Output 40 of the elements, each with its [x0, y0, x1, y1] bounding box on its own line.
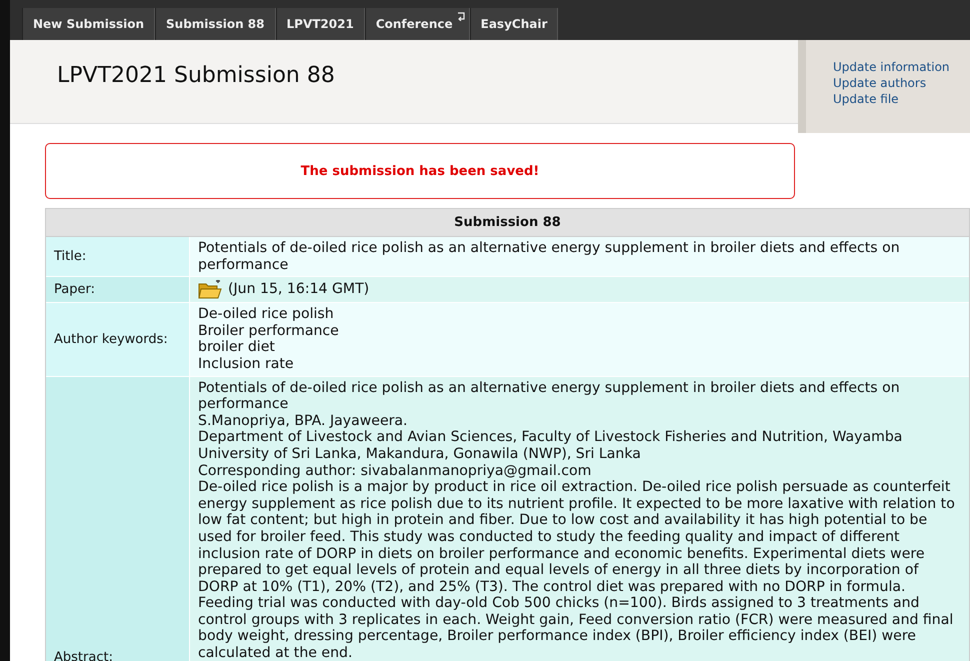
text-line: Potentials of de-oiled rice polish as an alternative energy supplement in broiler diets and effects on	[198, 240, 900, 257]
text-line: Potentials of de-oiled rice polish as an alternative energy supplement in broiler diets and effects on	[198, 380, 900, 396]
field-label: Author keywords:	[54, 332, 168, 347]
folder-icon[interactable]	[198, 280, 222, 300]
text-line: low fat content; but high in protein and fiber. Due to low cost and availability it has high potential to be	[198, 512, 928, 529]
text-line: inclusion rate of DORP in diets on broiler performance and economic benefits. Experimental diets were	[198, 546, 925, 562]
text-line: performance	[198, 256, 288, 274]
text-line: broiler diet	[198, 339, 275, 356]
field-label: Paper:	[54, 282, 95, 298]
text-line: Inclusion rate	[198, 356, 294, 373]
side-link[interactable]: Update file	[833, 92, 970, 106]
field-label: Title:	[54, 249, 86, 264]
text-line: used for broiler feed. This study was conducted to study the feeding quality and impact of different	[198, 528, 900, 546]
nav-tab[interactable]: LPVT2021	[276, 8, 365, 40]
text-line: performance	[198, 396, 288, 413]
text-line: De-oiled rice polish	[198, 306, 334, 323]
nav-tab[interactable]: Submission 88	[155, 8, 276, 40]
page-title: LPVT2021 Submission 88	[57, 62, 335, 88]
text-line: energy supplement as rice polish due to its nutrient profile. It expected to be more laxative with relation to	[198, 496, 955, 512]
text-line: body weight, dressing percentage, Broiler performance index (BPI), Broiler efficiency index (BEI) were	[198, 628, 916, 646]
text-line: prepared to get equal levels of protein and equal levels of energy in all three diets by incorporation of	[198, 562, 918, 579]
text-line: Corresponding author: sivabalanmanopriya@gmail.com	[198, 462, 592, 480]
text-line: Broiler performance	[198, 322, 339, 340]
text-line: DORP at 10% (T1), 20% (T2), and 25% (T3). The control diet was prepared with no DORP in formula.	[198, 578, 906, 596]
table-title: Submission 88	[454, 215, 561, 230]
text-line: control groups with 3 replicates in each. Weight gain, Feed conversion ratio (FCR) were measured and final	[198, 612, 954, 628]
field-label: Abstract:	[54, 650, 113, 661]
text-line: S.Manopriya, BPA. Jayaweera.	[198, 412, 408, 430]
upload-time: (Jun 15, 16:14 GMT)	[228, 281, 370, 298]
success-message: The submission has been saved!	[300, 164, 540, 178]
text-line: De-oiled rice polish is a major by product in rice oil extraction. De-oiled rice polish persuade as counterfeit	[198, 479, 950, 496]
text-line: Feeding trial was conducted with day-old Cob 500 chicks (n=100). Birds assigned to 3 treatments and	[198, 595, 920, 612]
side-link[interactable]: Update authors	[833, 76, 970, 90]
text-line: Department of Livestock and Avian Sciences, Faculty of Livestock Fisheries and Nutrition, Wayamba	[198, 429, 902, 446]
side-link[interactable]: Update information	[833, 60, 970, 74]
nav-tab[interactable]: EasyChair	[470, 8, 558, 40]
nav-tab[interactable]: New Submission	[22, 8, 156, 40]
text-line: calculated at the end.	[198, 645, 352, 661]
nav-tab[interactable]: Conference	[364, 8, 470, 40]
text-line: University of Sri Lanka, Makandura, Gonawila (NWP), Sri Lanka	[198, 446, 641, 463]
